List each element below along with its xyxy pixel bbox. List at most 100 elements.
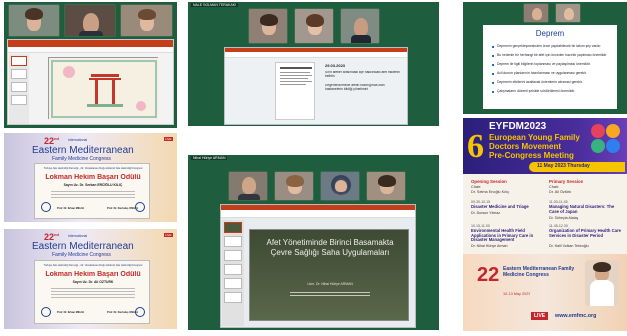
participant-face [242, 177, 256, 194]
main-slide: Afet Yönetiminde Birinci Basamakta Çevre… [249, 229, 409, 321]
participant-shirt [79, 31, 103, 36]
award-recipient: Sayın Uz. Dr. Serkan ERCİĞLU KILIÇ [63, 183, 123, 187]
slide-canvas [48, 57, 159, 120]
toolbar [225, 52, 407, 58]
session-right-title: Primary Session [549, 179, 584, 184]
participant-hair [138, 9, 156, 20]
video-tile-1[interactable] [523, 3, 549, 23]
slide-author: Uzm. Dr. Nihal Hüriye ARMAN [307, 282, 353, 286]
ribbon-tools [221, 210, 415, 218]
presenter-label: Nihal Hüriye ARMAN [191, 156, 228, 160]
deprem-bullet-6: Çalışmaların düzenli şekilde sürdürülmes… [492, 89, 617, 96]
video-tile-2[interactable] [294, 8, 334, 44]
shared-presentation-window[interactable]: Afet Yönetiminde Birinci Basamakta Çevre… [220, 204, 416, 328]
video-tile-3[interactable] [340, 8, 380, 44]
award-title: Lokman Hekim Başarı Ödülü [45, 174, 141, 181]
conference-subtitle: International [68, 234, 88, 238]
video-tile-1[interactable] [248, 8, 288, 44]
certificate-body [51, 189, 135, 203]
doc-bullet-1: Sınıf afetler arasındaki ilçe hakkındaki… [325, 71, 400, 78]
live-badge: LIVE [164, 233, 173, 237]
deprem-bullet-3: Deprem ile ilgili bilgilerin toplanması … [492, 62, 617, 69]
deprem-bullet-4: Acil durum planlarının hazırlanması ve u… [492, 71, 617, 78]
participant-hair [260, 14, 278, 26]
video-tile-3[interactable] [320, 171, 360, 201]
conference-title-2: Family Medicine Congress [52, 252, 111, 258]
thumbnail-pane [9, 54, 29, 124]
deprem-bullet-2: Bu nedenle bir herhangi bir afet için ön… [492, 53, 617, 60]
conference-title: Eastern Mediterranean [32, 241, 134, 252]
panel-meeting-deprem: Deprem Depremin gerçekleşmesinden önce y… [463, 2, 627, 114]
panel-meeting-document: NALE SOLMAN TERAKAKI 29.03.2023 Sınıf af… [188, 2, 439, 126]
eyfdm-brand: EYFDM2023 [489, 121, 547, 132]
slot4-title: Organization of Primary Health Care Serv… [549, 228, 621, 238]
participant-face [532, 8, 542, 20]
video-tile-3[interactable] [120, 4, 173, 37]
eyfdm-line2: Doctors Movement [489, 142, 562, 151]
footer-url[interactable]: www.emfmc.org [555, 313, 596, 319]
session-left-person: Dr. Selma Ercığlu Kılıç [471, 190, 509, 194]
participant-hair [286, 175, 304, 187]
award-title: Lokman Hekim Başarı Ödülü [45, 271, 141, 278]
session-left-title: Opening Session [471, 179, 507, 184]
participant-hair [378, 175, 396, 187]
ribbon [8, 40, 173, 47]
slide-title: Afet Yönetiminde Birinci Basamakta Çevre… [266, 238, 394, 257]
footer-date: 10-13 May 2023 [503, 292, 531, 296]
session-right-person: Dr. Ali Öztürk [549, 190, 572, 194]
footer-title: Eastern Mediterranean Family Medicine Co… [503, 266, 575, 278]
video-tile-2[interactable] [555, 3, 581, 23]
eyfdm-footer: 22 Eastern Mediterranean Family Medicine… [463, 254, 627, 331]
eyfdm-number: 6 [467, 128, 484, 165]
document-heading: 29.03.2023 [325, 63, 346, 68]
participant-shirt [238, 194, 260, 200]
conference-subtitle: International [68, 138, 88, 142]
page-preview [275, 62, 315, 120]
ribbon-tools [8, 47, 173, 53]
video-tile-1[interactable] [8, 4, 60, 37]
conference-card-top: 22nd International Eastern Mediterranean… [4, 133, 177, 222]
certificate-header: Türkiye Aile Hekimliği Derneği - 22. Ulu… [43, 167, 143, 170]
shared-presentation-window[interactable] [7, 39, 174, 125]
certificate-seal [41, 202, 51, 212]
participant-hair [306, 14, 324, 27]
footer-edition: 22 [477, 264, 500, 286]
session-right-chair: Chair: [549, 185, 560, 189]
slide-deprem: Deprem Depremin gerçekleşmesinden önce y… [483, 25, 617, 109]
deprem-bullet-5: Depremin etkilerini azaltacak önlemlerin… [492, 80, 617, 87]
participant-shirt [351, 35, 371, 43]
panel-meeting-presentation: Nihal Hüriye ARMAN Afet Yönetiminde Biri… [188, 155, 439, 330]
conference-title-2: Family Medicine Congress [52, 156, 111, 162]
participant-face [335, 180, 347, 192]
signatory-left: Prof. Dr. Erkan MELİH [57, 311, 84, 314]
certificate-seal-right [135, 202, 145, 212]
shared-document-window[interactable]: 29.03.2023 Sınıf afetler arasındaki ilçe… [224, 47, 408, 125]
video-tile-2[interactable] [64, 4, 116, 37]
slide-title: Deprem [535, 29, 565, 38]
slot1-person: Dr. Dursun Yılmaz [471, 211, 501, 215]
footer-live-badge: LIVE [531, 312, 549, 320]
certificate-seal [41, 307, 51, 317]
video-tile-2[interactable] [274, 171, 314, 201]
award-recipient: Sayın Uz. Dr. Ali ÖZTÜRK [72, 280, 114, 284]
slot3-title: Environmental Health Field Applications … [471, 228, 534, 243]
footer-photo [585, 260, 619, 306]
award-certificate: Türkiye Aile Hekimliği Derneği - 22. Ulu… [34, 260, 150, 324]
participant-face [564, 8, 574, 20]
eyfdm-program-card: 6 EYFDM2023 European Young Family Doctor… [463, 118, 627, 331]
video-tile-1[interactable] [228, 171, 268, 201]
eyfdm-logo-icon [591, 124, 621, 154]
award-certificate: Türkiye Aile Hekimliği Derneği - 22. Ulu… [34, 163, 150, 219]
slot2-title: Managing Natural Disasters: The Case of … [549, 204, 615, 214]
panel-meeting-grid-left [4, 2, 177, 128]
live-badge: LIVE [164, 137, 173, 141]
conference-card-bottom: 22nd International Eastern Mediterranean… [4, 229, 177, 329]
signatory-right: Prof. Dr. Kurtuluş ÖNGEL [107, 207, 139, 210]
conference-title: Eastern Mediterranean [32, 145, 134, 156]
participant-face [354, 18, 368, 36]
eyfdm-line3: Pre-Congress Meeting [489, 151, 574, 160]
video-tile-4[interactable] [366, 171, 406, 201]
certificate-body [51, 286, 135, 304]
doc-bullet-2: Değerlendirmede afetin hazırlığında olan… [325, 84, 385, 91]
thumbnail-pane [222, 220, 244, 326]
